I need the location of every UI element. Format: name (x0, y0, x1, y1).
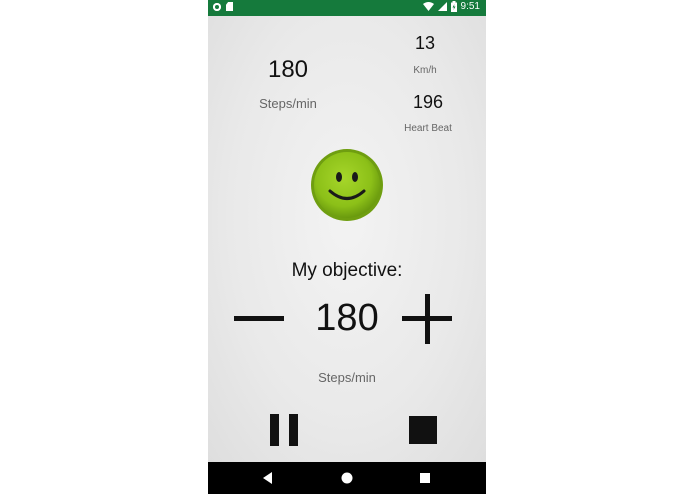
wifi-icon (422, 2, 434, 11)
objective-value: 180 (315, 297, 379, 339)
heart-beat-label: Heart Beat (404, 123, 452, 134)
battery-charging-icon (450, 1, 457, 12)
status-left-icons (213, 2, 233, 11)
increase-objective-button[interactable] (400, 294, 454, 344)
recents-icon[interactable] (415, 468, 435, 488)
navigation-bar (208, 462, 486, 494)
sd-card-icon (226, 2, 233, 11)
home-icon[interactable] (337, 468, 357, 488)
cell-signal-icon (437, 2, 447, 11)
current-steps-per-min-label: Steps/min (259, 96, 317, 111)
objective-unit-label: Steps/min (318, 370, 376, 385)
smiley-face-icon (311, 149, 383, 221)
back-icon[interactable] (258, 468, 278, 488)
status-bar: 9:51 (208, 0, 486, 16)
stop-icon (409, 416, 437, 444)
pause-button[interactable] (266, 412, 302, 448)
objective-label: My objective: (291, 260, 403, 281)
status-time: 9:51 (460, 1, 480, 12)
minus-icon (234, 315, 284, 321)
status-right-icons: 9:51 (422, 1, 480, 12)
circle-notification-icon (213, 2, 221, 11)
main-content: 180 Steps/min 13 Km/h 196 Heart Beat My … (208, 16, 486, 462)
heart-beat-value: 196 (412, 92, 444, 112)
decrease-objective-button[interactable] (232, 296, 286, 340)
speed-value: 13 (414, 33, 436, 53)
phone-screen: 9:51 180 Steps/min 13 Km/h 196 Heart Bea… (208, 0, 486, 494)
current-steps-per-min-value: 180 (267, 56, 309, 83)
stop-button[interactable] (407, 414, 439, 446)
speed-label: Km/h (413, 65, 437, 76)
